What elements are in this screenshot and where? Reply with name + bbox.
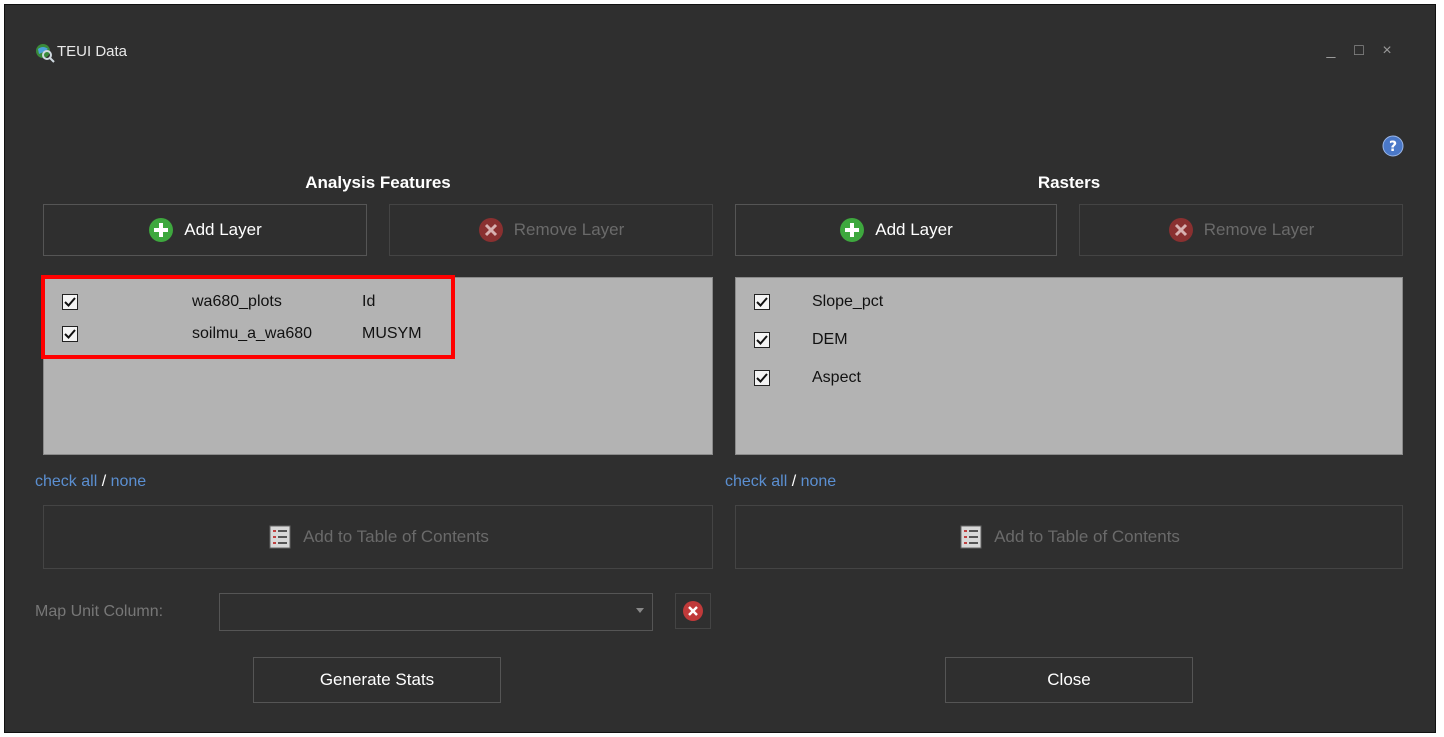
check-none-link[interactable]: none bbox=[111, 473, 147, 490]
title-bar: TEUI Data _ □ × bbox=[5, 5, 1435, 95]
analysis-features-title: Analysis Features bbox=[305, 173, 451, 192]
checkmark-icon bbox=[756, 373, 768, 383]
list-item[interactable]: Aspect bbox=[736, 364, 1402, 394]
table-of-contents-icon bbox=[960, 525, 982, 549]
plus-icon bbox=[149, 218, 174, 242]
map-unit-column-select[interactable] bbox=[219, 593, 653, 631]
check-all-link[interactable]: check all bbox=[35, 473, 97, 490]
checkbox[interactable] bbox=[754, 370, 770, 386]
teui-data-window: TEUI Data _ □ × ? Analysis Features Rast… bbox=[4, 4, 1436, 733]
remove-layer-label: Remove Layer bbox=[1203, 220, 1315, 239]
rasters-title: Rasters bbox=[1037, 173, 1101, 192]
right-add-to-toc-button[interactable]: Add to Table of Contents bbox=[735, 505, 1403, 569]
list-item[interactable]: DEM bbox=[736, 326, 1402, 356]
globe-search-icon bbox=[36, 44, 55, 63]
add-layer-label: Add Layer bbox=[875, 220, 953, 239]
checkbox[interactable] bbox=[754, 294, 770, 310]
check-all-link[interactable]: check all bbox=[725, 473, 787, 490]
add-raster-layer-button[interactable]: Add Layer bbox=[735, 204, 1057, 256]
chevron-down-icon[interactable] bbox=[636, 608, 644, 613]
remove-icon bbox=[478, 218, 503, 242]
highlight-box bbox=[41, 275, 455, 359]
maximize-button[interactable]: □ bbox=[1349, 41, 1369, 61]
rasters-list[interactable]: Slope_pct DEM Aspect bbox=[735, 277, 1403, 455]
window-title: TEUI Data bbox=[57, 43, 128, 60]
right-check-links: check all / none bbox=[725, 473, 836, 491]
clear-map-unit-button[interactable] bbox=[675, 593, 711, 629]
plus-icon bbox=[840, 218, 865, 242]
map-unit-column-label: Map Unit Column: bbox=[35, 603, 164, 620]
raster-name: DEM bbox=[812, 331, 848, 348]
raster-name: Slope_pct bbox=[812, 293, 884, 310]
checkbox[interactable] bbox=[754, 332, 770, 348]
remove-icon bbox=[683, 601, 703, 621]
list-item[interactable]: Slope_pct bbox=[736, 288, 1402, 318]
checkmark-icon bbox=[756, 335, 768, 345]
remove-layer-label: Remove Layer bbox=[513, 220, 625, 239]
add-feature-layer-button[interactable]: Add Layer bbox=[43, 204, 367, 256]
check-none-link[interactable]: none bbox=[801, 473, 837, 490]
left-check-links: check all / none bbox=[35, 473, 146, 491]
add-to-toc-label: Add to Table of Contents bbox=[994, 527, 1180, 546]
raster-name: Aspect bbox=[812, 369, 861, 386]
remove-feature-layer-button[interactable]: Remove Layer bbox=[389, 204, 713, 256]
remove-raster-layer-button[interactable]: Remove Layer bbox=[1079, 204, 1403, 256]
left-add-to-toc-button[interactable]: Add to Table of Contents bbox=[43, 505, 713, 569]
checkmark-icon bbox=[756, 297, 768, 307]
generate-stats-button[interactable]: Generate Stats bbox=[253, 657, 501, 703]
svg-text:?: ? bbox=[1389, 139, 1397, 155]
close-window-button[interactable]: × bbox=[1377, 41, 1397, 61]
link-separator: / bbox=[101, 473, 107, 490]
link-separator: / bbox=[791, 473, 797, 490]
add-layer-label: Add Layer bbox=[184, 220, 262, 239]
minimize-button[interactable]: _ bbox=[1321, 41, 1341, 61]
add-to-toc-label: Add to Table of Contents bbox=[303, 527, 489, 546]
remove-icon bbox=[1168, 218, 1193, 242]
help-icon[interactable]: ? bbox=[1382, 135, 1404, 157]
table-of-contents-icon bbox=[269, 525, 291, 549]
close-button[interactable]: Close bbox=[945, 657, 1193, 703]
